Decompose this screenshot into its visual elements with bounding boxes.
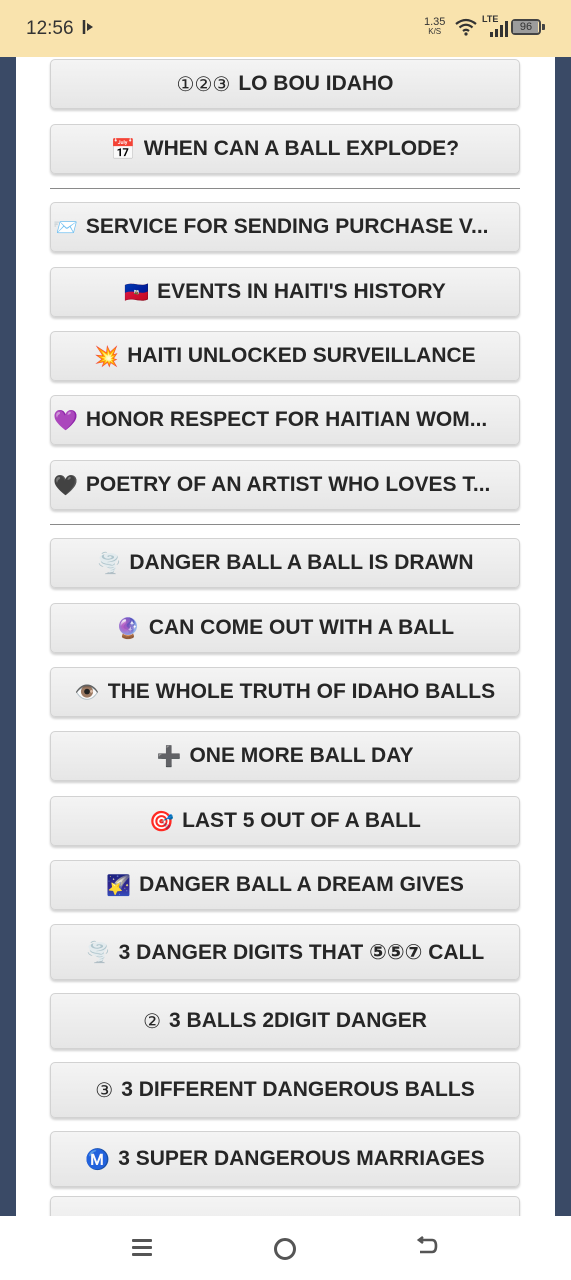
haiti-flag-icon: 🇭🇹 [124,280,150,304]
section-divider [50,524,520,525]
tornado-icon: 🌪️ [96,551,122,575]
menu-button-lo-bou-idaho[interactable]: ①②③ LO BOU IDAHO [50,59,520,109]
menu-button-label: DANGER BALL A DREAM GIVES [139,873,464,896]
network-speed: 1.35 K/S [424,17,445,37]
network-speed-value: 1.35 [424,16,446,28]
battery-tip [542,24,545,30]
explosion-icon: 💥 [94,344,120,368]
navigation-bar [0,1216,571,1280]
calendar-icon: 📅 [110,137,136,161]
menu-button-purchase-service[interactable]: 📨 SERVICE FOR SENDING PURCHASE V... [50,202,520,252]
menu-button-label: SERVICE FOR SENDING PURCHASE V... [85,215,489,238]
menu-button-come-out-ball[interactable]: 🔮 CAN COME OUT WITH A BALL [50,603,520,653]
menu-button-poetry-artist[interactable]: 🖤 POETRY OF AN ARTIST WHO LOVES T... [50,460,520,510]
crystal-ball-icon: 🔮 [115,616,141,640]
notification-app-icon [82,19,96,40]
black-heart-icon: 🖤 [53,473,78,497]
menu-content[interactable]: ①②③ LO BOU IDAHO 📅 WHEN CAN A BALL EXPLO… [16,57,555,1216]
menu-button-label: DANGER BALL A BALL IS DRAWN [129,551,474,574]
menu-button-label: LO BOU IDAHO [238,72,394,95]
menu-button-different-dangerous[interactable]: ③ 3 DIFFERENT DANGEROUS BALLS [50,1062,520,1118]
menu-button-danger-ball-drawn[interactable]: 🌪️ DANGER BALL A BALL IS DRAWN [50,538,520,588]
shooting-star-icon: 🌠 [106,873,132,897]
circled-three-icon: ③ [95,1078,114,1102]
circled-two-icon: ② [143,1009,162,1033]
menu-button-label: LAST 5 OUT OF A BALL [182,809,421,832]
menu-button-label: HONOR RESPECT FOR HAITIAN WOM... [85,408,488,431]
network-speed-unit: K/S [428,27,442,36]
menu-button-label: 3 BALLS 2DIGIT DANGER [169,1009,427,1032]
menu-button-super-marriages[interactable]: Ⓜ️ 3 SUPER DANGEROUS MARRIAGES [50,1131,520,1187]
menu-button-label: EVENTS IN HAITI'S HISTORY [157,280,446,303]
menu-button-label: 3 SUPER DANGEROUS MARRIAGES [118,1147,485,1170]
menu-button-haiti-surveillance[interactable]: 💥 HAITI UNLOCKED SURVEILLANCE [50,331,520,381]
menu-button-when-ball-explode[interactable]: 📅 WHEN CAN A BALL EXPLODE? [50,124,520,174]
envelope-icon: 📨 [53,215,78,239]
eye-icon: 👁️ [74,680,100,704]
battery-icon: 96 [511,19,541,35]
menu-button-one-more-ball-day[interactable]: ➕ ONE MORE BALL DAY [50,731,520,781]
battery-percentage: 96 [519,21,533,33]
status-bar: 12:56 1.35 K/S LTE 96 [0,0,571,57]
menu-button-label: WHEN CAN A BALL EXPLODE? [143,137,460,160]
status-time: 12:56 [26,18,74,39]
numbers-123-icon: ①②③ [176,72,231,96]
recents-menu-icon[interactable] [132,1239,152,1257]
signal-icon [490,21,508,42]
menu-button-danger-digits[interactable]: 🌪️ 3 DANGER DIGITS THAT ⑤⑤⑦ CALL [50,924,520,980]
plus-icon: ➕ [156,744,182,768]
menu-button-dream-gives[interactable]: 🌠 DANGER BALL A DREAM GIVES [50,860,520,910]
menu-button-label: POETRY OF AN ARTIST WHO LOVES T... [85,473,491,496]
menu-button-2digit-danger[interactable]: ② 3 BALLS 2DIGIT DANGER [50,993,520,1049]
purple-heart-icon: 💜 [53,408,78,432]
menu-button-label: ONE MORE BALL DAY [189,744,414,767]
home-circle-icon[interactable] [274,1238,296,1260]
menu-button-label: HAITI UNLOCKED SURVEILLANCE [127,344,476,367]
menu-button-label: 3 DANGER DIGITS THAT ⑤⑤⑦ CALL [118,940,485,964]
menu-button-haiti-history[interactable]: 🇭🇹 EVENTS IN HAITI'S HISTORY [50,267,520,317]
tornado-icon: 🌪️ [85,940,111,964]
menu-button-last-5-ball[interactable]: 🎯 LAST 5 OUT OF A BALL [50,796,520,846]
menu-button-honor-haitian-women[interactable]: 💜 HONOR RESPECT FOR HAITIAN WOM... [50,395,520,445]
back-arrow-icon[interactable] [414,1234,438,1265]
menu-button-label: CAN COME OUT WITH A BALL [148,616,455,639]
wifi-icon [455,18,477,41]
menu-button-partial[interactable] [50,1196,520,1216]
menu-button-truth-idaho-balls[interactable]: 👁️ THE WHOLE TRUTH OF IDAHO BALLS [50,667,520,717]
section-divider [50,188,520,189]
metro-m-icon: Ⓜ️ [85,1147,111,1171]
menu-button-label: THE WHOLE TRUTH OF IDAHO BALLS [107,680,496,703]
target-icon: 🎯 [149,809,175,833]
menu-button-label: 3 DIFFERENT DANGEROUS BALLS [121,1078,475,1101]
